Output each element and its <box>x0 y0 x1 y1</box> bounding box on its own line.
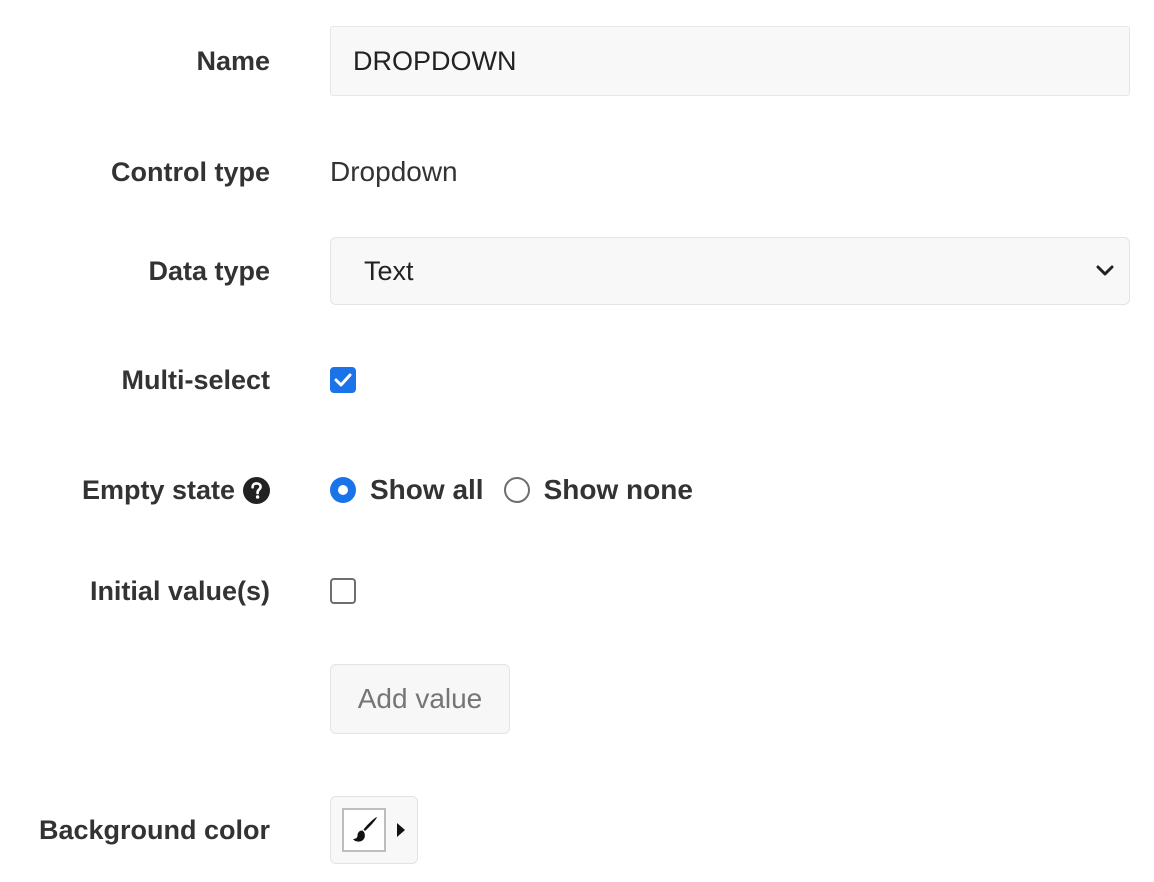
add-value-control: Add value <box>330 664 510 734</box>
background-color-picker[interactable] <box>330 796 418 864</box>
caret-right-icon <box>396 822 406 838</box>
empty-state-label: Empty state <box>81 474 235 505</box>
checkmark-icon <box>334 373 352 387</box>
empty-state-radio-group: Show all Show none <box>330 474 693 506</box>
initial-values-checkbox[interactable] <box>330 578 356 604</box>
name-row: Name <box>0 26 1154 96</box>
show-all-radio[interactable] <box>330 477 356 503</box>
name-control <box>330 26 1130 96</box>
question-circle-icon[interactable] <box>243 476 270 504</box>
multi-select-control <box>330 367 356 393</box>
multi-select-row: Multi-select <box>0 354 1154 406</box>
background-color-label: Background color <box>38 814 270 845</box>
show-none-label[interactable]: Show none <box>544 474 693 506</box>
initial-values-control <box>330 578 356 604</box>
control-type-label: Control type <box>111 156 270 187</box>
empty-state-label-wrap: Empty state <box>0 475 270 506</box>
chevron-down-icon <box>1095 261 1115 281</box>
control-type-row: Control type Dropdown <box>0 146 1154 198</box>
initial-values-row: Initial value(s) <box>0 565 1154 617</box>
control-type-value: Dropdown <box>330 156 458 187</box>
control-settings-form: Name Control type Dropdown Data type Tex… <box>0 0 1154 882</box>
paint-brush-icon <box>353 817 377 842</box>
data-type-control: Text <box>330 237 1130 305</box>
color-swatch <box>342 808 386 852</box>
show-none-radio[interactable] <box>503 477 530 503</box>
add-value-button[interactable]: Add value <box>330 664 510 734</box>
data-type-selected-value: Text <box>364 255 414 286</box>
multi-select-label: Multi-select <box>121 364 270 395</box>
initial-values-label: Initial value(s) <box>89 575 270 606</box>
background-color-control <box>330 796 418 864</box>
multi-select-checkbox[interactable] <box>330 367 356 393</box>
data-type-row: Data type Text <box>0 237 1154 305</box>
add-value-row: Add value <box>0 664 1154 734</box>
show-all-label[interactable]: Show all <box>370 474 484 506</box>
data-type-select[interactable]: Text <box>330 237 1130 305</box>
name-label: Name <box>196 45 270 76</box>
data-type-label: Data type <box>148 255 270 286</box>
name-input[interactable] <box>330 26 1130 96</box>
control-type-control: Dropdown <box>330 156 458 188</box>
background-color-row: Background color <box>0 796 1154 864</box>
empty-state-row: Empty state Show all Show none <box>0 464 1154 516</box>
